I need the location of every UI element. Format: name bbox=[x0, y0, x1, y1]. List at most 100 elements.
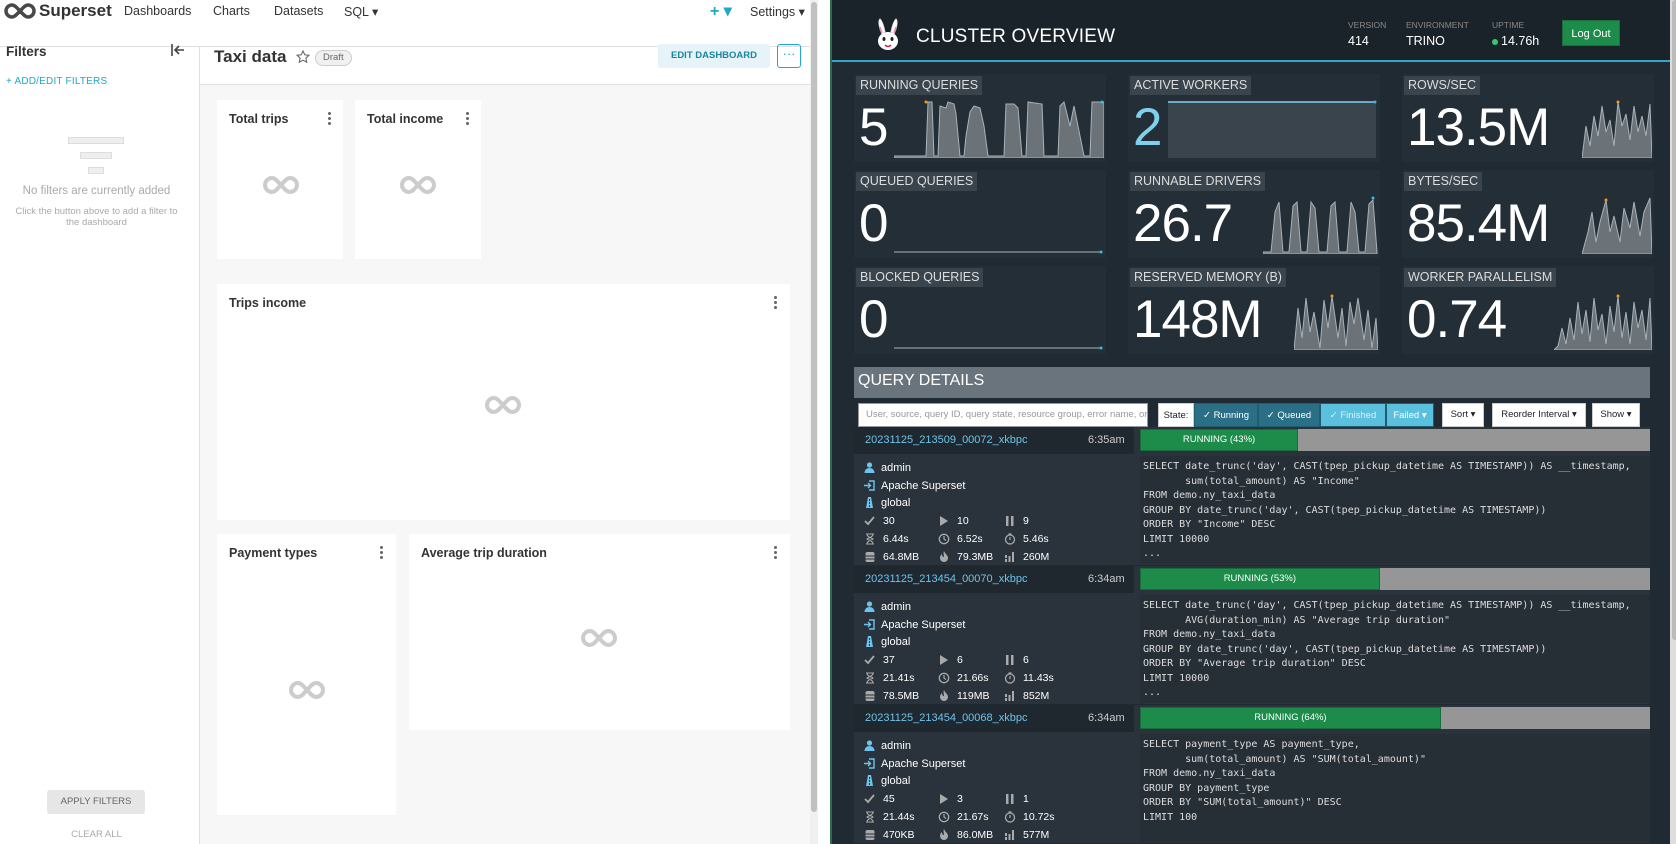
reorder-interval-dropdown[interactable]: Reorder Interval ▾ bbox=[1492, 403, 1586, 427]
metric-sparkline bbox=[894, 100, 1104, 158]
metric-value: 26.7 bbox=[1133, 194, 1233, 253]
nav-dashboards[interactable]: Dashboards bbox=[124, 4, 191, 18]
chart-menu-icon[interactable] bbox=[463, 112, 471, 126]
query-user-name: admin bbox=[881, 461, 911, 474]
metric-running-queries: RUNNING QUERIES 5 bbox=[854, 74, 1106, 162]
meta-key: UPTIME bbox=[1492, 20, 1525, 30]
check-icon bbox=[864, 654, 875, 664]
meta-key: ENVIRONMENT bbox=[1406, 20, 1469, 30]
uptime-status-dot bbox=[1492, 38, 1498, 45]
query-user: admin bbox=[864, 598, 911, 615]
superset-logo-icon bbox=[4, 3, 36, 19]
dashboard-more-button[interactable]: ··· bbox=[777, 44, 801, 68]
loading-icon bbox=[263, 175, 299, 195]
query-stat-value: 1 bbox=[1023, 792, 1029, 805]
user-icon bbox=[864, 601, 875, 612]
database-icon bbox=[865, 829, 875, 840]
favorite-star-icon[interactable] bbox=[296, 50, 310, 64]
nav-sql[interactable]: SQL ▾ bbox=[344, 4, 378, 19]
metric-label: RUNNABLE DRIVERS bbox=[1130, 172, 1266, 191]
filters-title: Filters bbox=[6, 44, 47, 59]
metric-sparkline bbox=[1582, 197, 1652, 254]
chart-menu-icon[interactable] bbox=[377, 546, 385, 560]
chart-title: Total income bbox=[367, 112, 444, 126]
progress-label: RUNNING (64%) bbox=[1254, 712, 1327, 723]
metric-label: BLOCKED QUERIES bbox=[856, 268, 984, 287]
flame-icon bbox=[940, 828, 948, 840]
chart-menu-icon[interactable] bbox=[771, 296, 779, 310]
logout-button[interactable]: Log Out bbox=[1562, 20, 1620, 46]
metric-label: WORKER PARALLELISM bbox=[1404, 268, 1557, 287]
query-search-input[interactable]: User, source, query ID, query state, res… bbox=[858, 403, 1148, 427]
meta-environment: ENVIRONMENT TRINO bbox=[1406, 20, 1469, 48]
metric-label: RESERVED MEMORY (B) bbox=[1130, 268, 1286, 287]
nav-plus-menu[interactable]: + ▾ bbox=[710, 1, 732, 21]
clock-icon bbox=[938, 672, 950, 683]
query-row: 20231125_213509_00072_xkbpc 6:35am RUNNI… bbox=[854, 427, 1650, 565]
trino-scrollbar[interactable] bbox=[1670, 0, 1676, 844]
apply-filters-button[interactable]: APPLY FILTERS bbox=[47, 790, 145, 814]
metric-queued-queries: QUEUED QUERIES 0 bbox=[854, 170, 1106, 258]
collapse-filters-icon[interactable] bbox=[170, 43, 186, 57]
nav-settings[interactable]: Settings ▾ bbox=[750, 4, 805, 19]
progress-label: RUNNING (53%) bbox=[1223, 573, 1296, 584]
sort-dropdown[interactable]: Sort ▾ bbox=[1442, 403, 1484, 427]
query-row: 20231125_213454_00068_xkbpc 6:34am RUNNI… bbox=[854, 705, 1650, 843]
flame-icon bbox=[940, 689, 948, 701]
flame-icon bbox=[940, 550, 948, 562]
query-stat-value: 852M bbox=[1023, 689, 1050, 702]
add-edit-filters-button[interactable]: + ADD/EDIT FILTERS bbox=[6, 76, 107, 87]
state-failed-dropdown[interactable]: Failed ▾ bbox=[1386, 403, 1434, 427]
query-stat: 6.52s bbox=[938, 530, 983, 547]
dashboard-title[interactable]: Taxi data bbox=[214, 47, 286, 67]
metric-value: 2 bbox=[1133, 98, 1163, 157]
nav-charts[interactable]: Charts bbox=[213, 4, 250, 18]
check-icon bbox=[864, 515, 875, 525]
query-stat-value: 260M bbox=[1023, 550, 1050, 563]
chart-menu-icon[interactable] bbox=[325, 112, 333, 126]
chart-menu-icon[interactable] bbox=[771, 546, 779, 560]
query-sql-text: SELECT payment_type AS payment_type, sum… bbox=[1140, 734, 1650, 842]
query-progress-bar: RUNNING (64%) bbox=[1140, 707, 1650, 729]
edit-dashboard-button[interactable]: EDIT DASHBOARD bbox=[658, 44, 770, 68]
query-stat: 3 bbox=[938, 790, 963, 807]
hourglass-icon bbox=[866, 532, 874, 545]
scrollbar-thumb[interactable] bbox=[811, 2, 817, 812]
query-stat-value: 78.5MB bbox=[883, 689, 920, 702]
show-dropdown[interactable]: Show ▾ bbox=[1592, 403, 1640, 427]
query-stat-value: 79.3MB bbox=[957, 550, 994, 563]
superset-logo[interactable]: Superset bbox=[4, 0, 112, 22]
query-stat-value: 3 bbox=[957, 792, 963, 805]
query-user-name: admin bbox=[881, 739, 911, 752]
state-finished-toggle[interactable]: ✓ Finished bbox=[1320, 403, 1386, 427]
timer-icon bbox=[1004, 671, 1016, 684]
cluster-overview-title: CLUSTER OVERVIEW bbox=[916, 26, 1116, 47]
clock-icon bbox=[938, 533, 950, 544]
query-stat: 79.3MB bbox=[938, 548, 993, 565]
state-queued-toggle[interactable]: ✓ Queued bbox=[1258, 403, 1320, 427]
query-group-name: global bbox=[881, 496, 911, 509]
query-stat-value: 37 bbox=[883, 653, 895, 666]
rows-icon bbox=[1005, 829, 1014, 840]
query-stat-value: 21.66s bbox=[957, 671, 989, 684]
superset-navbar: Superset Dashboards Charts Datasets SQL … bbox=[0, 0, 818, 47]
progress-label: RUNNING (43%) bbox=[1182, 434, 1256, 445]
clear-all-button[interactable]: CLEAR ALL bbox=[0, 829, 193, 840]
nav-datasets[interactable]: Datasets bbox=[274, 4, 323, 18]
query-progress-bar: RUNNING (43%) bbox=[1140, 429, 1650, 451]
play-icon bbox=[940, 654, 948, 665]
query-user-name: admin bbox=[881, 600, 911, 613]
query-stat-value: 6.52s bbox=[957, 532, 983, 545]
meta-version: VERSION 414 bbox=[1348, 20, 1386, 48]
query-stat-value: 119MB bbox=[957, 689, 990, 702]
metric-sparkline bbox=[1294, 294, 1378, 350]
query-stat-value: 45 bbox=[883, 792, 895, 805]
query-stat: 6.44s bbox=[864, 530, 909, 547]
metric-value: 85.4M bbox=[1407, 194, 1550, 253]
draft-badge[interactable]: Draft bbox=[315, 50, 352, 66]
road-icon bbox=[866, 775, 873, 786]
state-running-toggle[interactable]: ✓ Running bbox=[1194, 403, 1258, 427]
superset-scrollbar[interactable] bbox=[810, 0, 818, 844]
scrollbar-thumb[interactable] bbox=[1672, 0, 1676, 640]
play-icon bbox=[940, 515, 948, 526]
